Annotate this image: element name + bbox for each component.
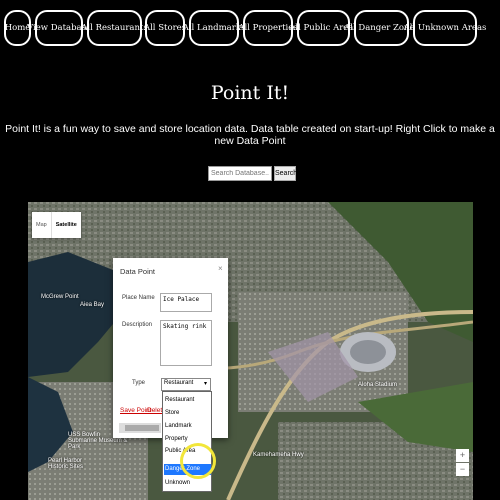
chevron-down-icon: ▾ bbox=[203, 381, 207, 387]
nav-all-landmarks-button[interactable]: All Landmarks bbox=[183, 10, 245, 46]
zoom-out-button[interactable]: − bbox=[456, 463, 469, 476]
type-option[interactable]: Landmark bbox=[164, 421, 211, 432]
map-label: Kamehameha Hwy bbox=[253, 452, 304, 458]
cursor-highlight-ring bbox=[180, 443, 216, 479]
place-name-field[interactable]: Ice Palace bbox=[160, 293, 212, 312]
zoom-in-button[interactable]: + bbox=[456, 449, 469, 462]
nav-all-public-areas-button[interactable]: All Public Areas bbox=[289, 10, 358, 46]
top-nav: Home View Database All Restaurants All S… bbox=[0, 0, 500, 46]
page-subtitle: Point It! is a fun way to save and store… bbox=[5, 123, 495, 147]
search-input[interactable] bbox=[208, 166, 272, 181]
satellite-imagery bbox=[28, 202, 473, 500]
popup-scrollbar[interactable] bbox=[119, 423, 161, 433]
map-type-satellite-button[interactable]: Satellite bbox=[50, 212, 81, 238]
type-label: Type bbox=[132, 380, 146, 386]
map-type-control: Map Satellite bbox=[32, 212, 81, 238]
map-label: Aloha Stadium bbox=[358, 382, 398, 388]
nav-all-danger-zones-button[interactable]: All Danger Zones bbox=[344, 10, 419, 46]
nav-all-properties-button[interactable]: All Properties bbox=[238, 10, 298, 46]
scrollbar-thumb[interactable] bbox=[125, 425, 159, 431]
map-label: McGrew Point bbox=[41, 294, 79, 300]
description-label: Description bbox=[122, 322, 153, 328]
nav-all-restaurants-button[interactable]: All Restaurants bbox=[81, 10, 148, 46]
map-view[interactable]: Map Satellite McGrew Point Aiea Bay USS … bbox=[28, 202, 473, 500]
nav-all-unknown-areas-button[interactable]: All Unknown Areas bbox=[404, 10, 486, 46]
nav-all-stores-button[interactable]: All Stores bbox=[144, 10, 186, 46]
place-name-label: Place Name bbox=[122, 295, 155, 301]
search-button[interactable]: Search bbox=[274, 166, 297, 181]
nav-view-database-button[interactable]: View Database bbox=[27, 10, 91, 46]
close-icon[interactable]: × bbox=[218, 264, 223, 273]
description-field[interactable]: Skating rink bbox=[160, 320, 212, 366]
type-option[interactable]: Unknown bbox=[164, 478, 211, 489]
map-type-map-button[interactable]: Map bbox=[32, 212, 51, 238]
type-select-value: Restaurant bbox=[164, 380, 194, 386]
type-select[interactable]: Restaurant ▾ bbox=[161, 378, 211, 391]
type-option[interactable]: Store bbox=[164, 408, 211, 419]
page-title: Point It! bbox=[210, 82, 290, 104]
map-label: Pearl Harbor Historic Sites bbox=[48, 458, 84, 470]
type-option[interactable]: Restaurant bbox=[164, 395, 211, 406]
popup-title: Data Point bbox=[120, 267, 156, 276]
map-label: Aiea Bay bbox=[80, 302, 105, 308]
